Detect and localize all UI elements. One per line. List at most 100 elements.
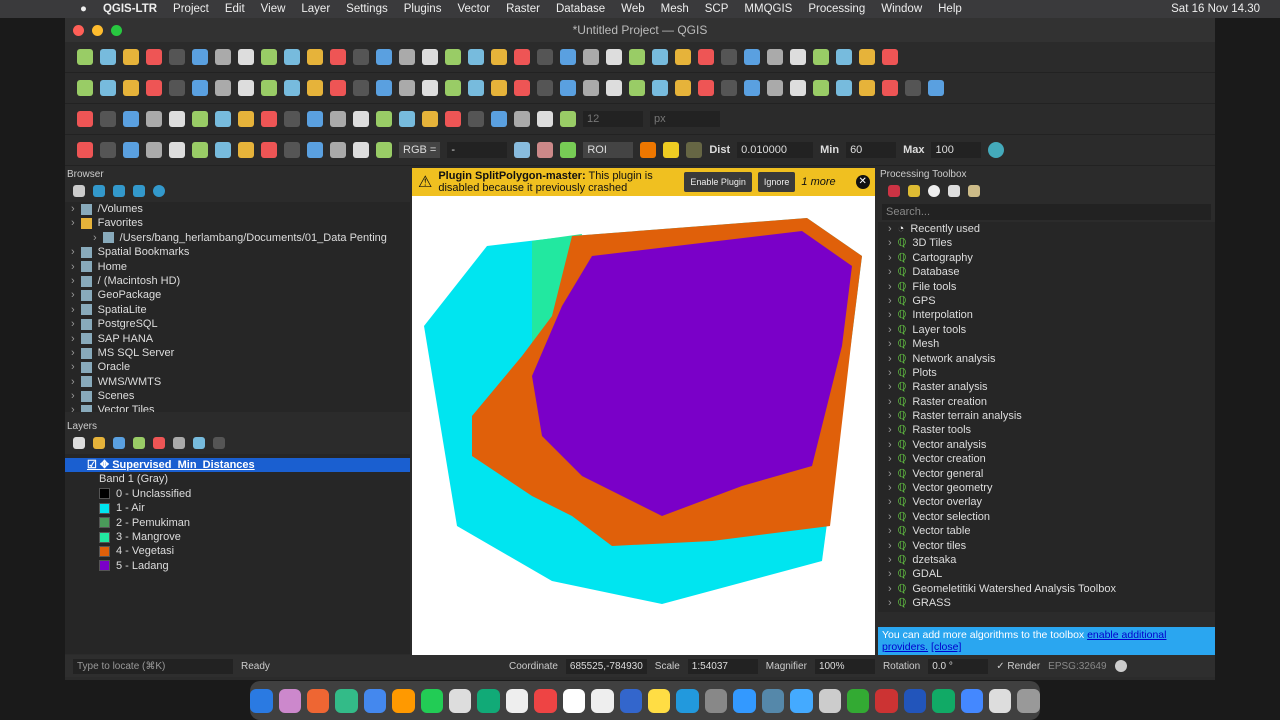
- digitize-tool-21-icon[interactable]: [560, 111, 576, 127]
- project-tool-16-icon[interactable]: [445, 49, 461, 65]
- project-tool-30-icon[interactable]: [767, 49, 783, 65]
- layers-tool-6-icon[interactable]: [193, 437, 205, 449]
- info-icon[interactable]: [153, 185, 165, 197]
- processing-provider[interactable]: › ℚdzetsaka: [878, 553, 1215, 567]
- project-tool-29-icon[interactable]: [744, 49, 760, 65]
- layer-tool-27-icon[interactable]: [698, 80, 714, 96]
- dock-app-8-icon[interactable]: [477, 688, 500, 713]
- browser-item[interactable]: › /Users/bang_herlambang/Documents/01_Dat…: [71, 231, 410, 245]
- expand-arrow-icon[interactable]: ›: [888, 309, 892, 321]
- digitize-tool-3-icon[interactable]: [146, 111, 162, 127]
- map-canvas[interactable]: ⚠ Plugin SplitPolygon-master: This plugi…: [412, 168, 875, 655]
- digitize-tool-11-icon[interactable]: [330, 111, 346, 127]
- processing-provider[interactable]: ›ℚLAStools: [878, 611, 1215, 613]
- menu-edit[interactable]: Edit: [225, 3, 245, 15]
- processing-provider[interactable]: › ℚ Vector table: [878, 524, 1215, 538]
- project-tool-25-icon[interactable]: [652, 49, 668, 65]
- project-tool-15-icon[interactable]: [422, 49, 438, 65]
- layer-tool-36-icon[interactable]: [905, 80, 921, 96]
- dock-app-12-icon[interactable]: [591, 688, 614, 713]
- dock-app-5-icon[interactable]: [392, 688, 415, 713]
- legend-item[interactable]: 1 - Air: [65, 501, 410, 515]
- menu-plugins[interactable]: Plugins: [404, 3, 442, 15]
- browser-item[interactable]: › WMS/WMTS: [71, 375, 410, 389]
- menu-settings[interactable]: Settings: [346, 3, 388, 15]
- dock-app-20-icon[interactable]: [818, 688, 841, 713]
- digitize-tool-13-icon[interactable]: [376, 111, 392, 127]
- layer-tool-15-icon[interactable]: [422, 80, 438, 96]
- legend-item[interactable]: 3 - Mangrove: [65, 530, 410, 544]
- layer-tool-8-icon[interactable]: [261, 80, 277, 96]
- dock-app-7-icon[interactable]: [449, 688, 472, 713]
- add-roi-icon[interactable]: [663, 142, 680, 158]
- layer-tool-37-icon[interactable]: [928, 80, 944, 96]
- project-tool-10-icon[interactable]: [307, 49, 323, 65]
- expand-arrow-icon[interactable]: ›: [71, 261, 75, 273]
- enable-plugin-button[interactable]: Enable Plugin: [684, 172, 752, 192]
- browser-item[interactable]: › Spatial Bookmarks: [71, 245, 410, 259]
- layers-tool-5-icon[interactable]: [173, 437, 185, 449]
- processing-provider[interactable]: › ℚ File tools: [878, 280, 1215, 294]
- project-tool-12-icon[interactable]: [353, 49, 369, 65]
- digitize-tool-0-icon[interactable]: [77, 111, 93, 127]
- processing-provider[interactable]: › ℚ Mesh: [878, 337, 1215, 351]
- scp-tool-9-icon[interactable]: [284, 142, 300, 158]
- processing-provider[interactable]: › ◔ Recently used: [878, 222, 1215, 236]
- project-tool-21-icon[interactable]: [560, 49, 576, 65]
- expand-arrow-icon[interactable]: ›: [888, 568, 892, 580]
- layers-tool-2-icon[interactable]: [113, 437, 125, 449]
- dock-app-22-icon[interactable]: [875, 688, 898, 713]
- menu-help[interactable]: Help: [938, 3, 962, 15]
- digitize-tool-19-icon[interactable]: [514, 111, 530, 127]
- expand-arrow-icon[interactable]: ›: [71, 203, 75, 215]
- expand-arrow-icon[interactable]: ›: [888, 597, 892, 609]
- layers-tool-3-icon[interactable]: [133, 437, 145, 449]
- snap-unit-select[interactable]: px: [650, 111, 720, 127]
- scp-tool-5-icon[interactable]: [192, 142, 208, 158]
- dock-app-2-icon[interactable]: [306, 688, 330, 713]
- menu-mesh[interactable]: Mesh: [661, 3, 689, 15]
- layer-tool-26-icon[interactable]: [675, 80, 691, 96]
- history-icon[interactable]: [928, 185, 940, 197]
- project-tool-32-icon[interactable]: [813, 49, 829, 65]
- layer-tool-23-icon[interactable]: [606, 80, 622, 96]
- layers-tool-0-icon[interactable]: [73, 437, 85, 449]
- expand-arrow-icon[interactable]: ›: [888, 324, 892, 336]
- redo-icon[interactable]: [686, 142, 703, 158]
- histogram-icon[interactable]: [514, 142, 531, 158]
- project-tool-6-icon[interactable]: [215, 49, 231, 65]
- refresh-icon[interactable]: [93, 185, 105, 197]
- layer-tool-31-icon[interactable]: [790, 80, 806, 96]
- layer-tool-24-icon[interactable]: [629, 80, 645, 96]
- project-tool-13-icon[interactable]: [376, 49, 392, 65]
- ignore-button[interactable]: Ignore: [757, 172, 796, 192]
- dock-app-4-icon[interactable]: [363, 688, 387, 713]
- project-tool-20-icon[interactable]: [537, 49, 553, 65]
- processing-provider[interactable]: › ℚ GRASS: [878, 596, 1215, 610]
- legend-item[interactable]: 0 - Unclassified: [65, 487, 410, 501]
- scp-tool-2-icon[interactable]: [123, 142, 139, 158]
- expand-arrow-icon[interactable]: ›: [71, 304, 75, 316]
- collapse-icon[interactable]: [133, 185, 145, 197]
- layer-tool-10-icon[interactable]: [307, 80, 323, 96]
- menu-window[interactable]: Window: [881, 3, 922, 15]
- max-input[interactable]: 100: [931, 142, 982, 158]
- min-input[interactable]: 60: [846, 142, 897, 158]
- layer-tool-18-icon[interactable]: [491, 80, 507, 96]
- menu-project[interactable]: Project: [173, 3, 209, 15]
- project-tool-26-icon[interactable]: [675, 49, 691, 65]
- scp-tool-7-icon[interactable]: [238, 142, 254, 158]
- dock-app-25-icon[interactable]: [960, 688, 984, 713]
- messages-icon[interactable]: [1114, 660, 1127, 672]
- roi-button[interactable]: ROI: [583, 142, 634, 158]
- browser-item[interactable]: › Scenes: [71, 389, 410, 403]
- layer-tool-32-icon[interactable]: [813, 80, 829, 96]
- processing-provider[interactable]: › ℚ Vector creation: [878, 452, 1215, 466]
- legend-item[interactable]: 5 - Ladang: [65, 559, 410, 573]
- dock-app-6-icon[interactable]: [420, 688, 444, 713]
- dock-app-26-icon[interactable]: [989, 688, 1012, 713]
- expand-arrow-icon[interactable]: ›: [888, 540, 892, 552]
- scp-tool-10-icon[interactable]: [307, 142, 323, 158]
- dock-app-11-icon[interactable]: [562, 688, 586, 713]
- expand-arrow-icon[interactable]: ›: [888, 295, 892, 307]
